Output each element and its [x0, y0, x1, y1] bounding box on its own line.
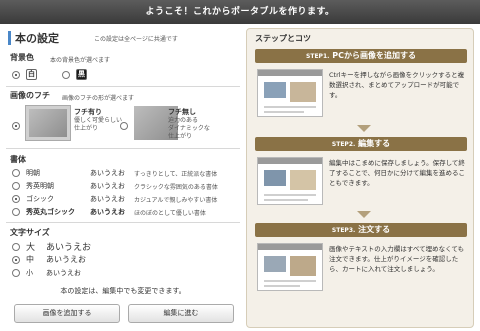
font-shuei-mincho-radio[interactable] [12, 182, 20, 190]
step3-header: STEP3. 注文する [255, 223, 467, 237]
font-mincho-radio[interactable] [12, 169, 20, 177]
font-shuei-maru-radio[interactable] [12, 208, 20, 216]
frame-off-desc: 仕上がり [168, 133, 193, 140]
down-arrow-icon [357, 125, 371, 132]
main-area: 本の設定 この設定は全ページに共通です 背景色 本の背景色が選べます 白 黒 画… [0, 24, 480, 331]
frame-on-desc: 優しく可愛らしい [74, 117, 123, 124]
bg-white-radio[interactable] [12, 71, 20, 79]
divider [6, 222, 240, 223]
frame-on-radio[interactable] [12, 122, 20, 130]
frame-on-thumbnail[interactable] [26, 106, 70, 140]
frame-on-desc: 仕上がり [74, 125, 99, 132]
step2-header: STEP2. 編集する [255, 137, 467, 151]
font-mincho-name[interactable]: 明朝 [26, 168, 40, 178]
font-mincho-desc: すっきりとして、正統派な書体 [134, 171, 218, 178]
size-medium-radio[interactable] [12, 256, 20, 264]
size-label: 文字サイズ [10, 228, 50, 237]
font-label: 書体 [10, 155, 26, 164]
font-shuei-maru-sample: あいうえお [90, 208, 125, 216]
steps-panel: ステップとコツ STEP1. PCから画像を追加する Ctrlキーを押しながら画… [246, 28, 474, 328]
font-shuei-mincho-name[interactable]: 秀英明朝 [26, 181, 54, 191]
settings-note: この設定は全ページに共通です [94, 36, 178, 43]
settings-title: 本の設定 [15, 32, 59, 45]
down-arrow-icon [357, 211, 371, 218]
step2-number: STEP2. [331, 141, 356, 148]
step3-description: 画像やテキストの入力欄はすべて埋めなくても注文できます。仕上がりイメージを確認し… [329, 245, 465, 273]
divider [6, 86, 240, 87]
size-large-name[interactable]: 大 [26, 240, 35, 253]
step1-thumbnail [257, 69, 323, 117]
font-shuei-mincho-sample: あいうえお [90, 182, 125, 190]
font-gothic-radio[interactable] [12, 195, 20, 203]
step3-number: STEP3. [331, 227, 356, 234]
font-shuei-maru-desc: ほのぼのとして優しい書体 [134, 210, 206, 217]
step1-title: PCから画像を追加する [329, 51, 416, 60]
step2-title: 編集する [355, 139, 391, 148]
frame-off-desc: ダイナミックな [168, 125, 210, 132]
step3-thumbnail [257, 243, 323, 291]
window-title: ようこそ！これからポータブルを作ります。 [0, 0, 480, 24]
step2-description: 編集中はこまめに保存しましょう。保存して終了することで、何日かに分けて編集を進め… [329, 159, 466, 187]
size-large-radio[interactable] [12, 243, 20, 251]
step2-thumbnail [257, 157, 323, 205]
font-mincho-sample: あいうえお [90, 169, 125, 177]
step1-description: Ctrlキーを押しながら画像をクリックすると複数選択され、まとめてアップロードが… [329, 71, 465, 99]
frame-sub: 画像のフチの形が選べます [62, 95, 135, 102]
frame-off-desc: 迫力のある [168, 117, 199, 124]
frame-label: 画像のフチ [10, 91, 50, 100]
font-shuei-mincho-desc: クラシックな雰囲気のある書体 [134, 184, 218, 191]
settings-bottom-note: 本の設定は、編集中でも変更できます。 [60, 287, 186, 295]
size-large-sample: あいうえお [46, 243, 92, 253]
bg-black-radio[interactable] [62, 71, 70, 79]
step1-number: STEP1. [306, 53, 330, 60]
size-small-name[interactable]: 小 [26, 268, 33, 278]
bg-black-swatch[interactable]: 黒 [76, 69, 87, 80]
font-gothic-name[interactable]: ゴシック [26, 194, 54, 204]
size-medium-name[interactable]: 中 [26, 254, 34, 265]
bg-color-label: 背景色 [10, 53, 34, 62]
step3-title: 注文する [355, 225, 391, 234]
bg-color-sub: 本の背景色が選べます [50, 57, 111, 64]
font-shuei-maru-name[interactable]: 秀英丸ゴシック [26, 207, 75, 217]
size-small-radio[interactable] [12, 269, 20, 277]
frame-off-radio[interactable] [120, 122, 128, 130]
frame-off-title: フチ無し [168, 108, 196, 116]
book-settings-panel: 本の設定 この設定は全ページに共通です 背景色 本の背景色が選べます 白 黒 画… [6, 28, 240, 329]
step1-header: STEP1. PCから画像を追加する [255, 49, 467, 63]
divider [6, 148, 240, 149]
add-images-button[interactable]: 画像を追加する [14, 304, 120, 323]
accent-bar [8, 31, 11, 45]
font-gothic-sample: あいうえお [90, 195, 125, 203]
tips-title: ステップとコツ [255, 34, 311, 43]
settings-header: 本の設定 この設定は全ページに共通です [6, 28, 240, 48]
size-small-sample: あいうえお [46, 269, 81, 277]
frame-on-title: フチ有り [74, 108, 102, 116]
go-to-edit-button[interactable]: 編集に進む [128, 304, 234, 323]
font-gothic-desc: カジュアルで親しみやすい書体 [134, 197, 218, 204]
size-medium-sample: あいうえお [46, 255, 86, 264]
bg-white-swatch[interactable]: 白 [26, 69, 37, 80]
